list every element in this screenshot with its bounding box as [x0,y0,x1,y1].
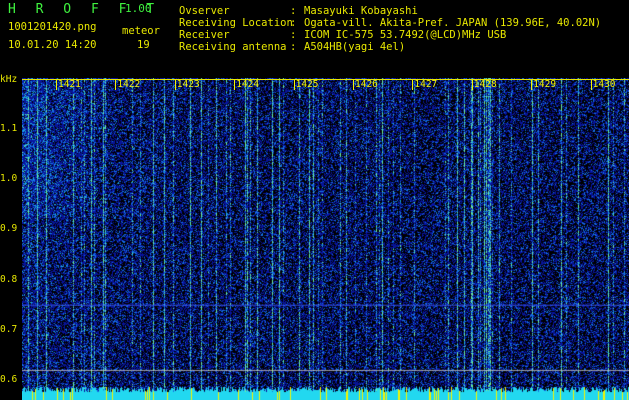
antenna-value: A504HB(yagi 4el) [304,41,406,53]
x-tick-mark [590,80,592,90]
x-tick-label: 1427 [414,79,438,90]
datetime-label: 10.01.20 14:20 [8,39,97,51]
location-label: Receiving Location [179,17,293,29]
x-tick-mark [353,80,354,90]
x-tick-mark [56,80,57,90]
y-tick-label: 0.6 [0,374,18,385]
receiver-label: Receiver [179,29,230,41]
y-tick-label: 0.9 [0,223,18,235]
x-tick-label: 1423 [176,79,200,90]
x-tick-label: 1429 [533,79,557,90]
meteor-count: 19 [137,39,150,51]
x-tick-mark [293,80,295,90]
y-axis-unit: kHz [0,74,18,85]
receiver-colon: : [290,29,297,41]
x-tick-mark [174,80,176,90]
x-tick-label: 1422 [117,79,141,90]
meteor-label: meteor [122,25,160,37]
hrofft-window: H R O F F T 1.00 1001201420.png 10.01.20… [0,0,629,400]
y-tick-label: 1.1 [0,123,18,134]
spectrogram-canvas [22,78,629,400]
location-value: Ogata-vill. Akita-Pref. JAPAN (139.96E, … [304,17,602,29]
x-tick-label: 1425 [295,79,319,90]
x-tick-mark [115,80,117,90]
observer-value: Masayuki Kobayashi [304,5,418,17]
x-tick-mark [471,80,473,90]
x-tick-label: 1421 [58,79,81,90]
x-tick-mark [412,80,414,90]
antenna-label: Receiving antenna [179,41,287,53]
x-tick-label: 1430 [592,79,616,90]
antenna-colon: : [290,41,297,53]
x-tick-mark [531,80,533,90]
receiver-value: ICOM IC-575 53.7492(@LCD)MHz USB [304,29,507,41]
y-tick-label: 0.7 [0,323,18,335]
location-colon: : [290,17,297,29]
y-tick-label: 0.8 [0,273,18,285]
filename-label: 1001201420.png [8,21,97,33]
app-version: 1.00 [125,2,152,15]
y-tick-label: 1.0 [0,173,18,185]
x-tick-mark [234,80,236,90]
x-tick-label: 1424 [236,79,260,90]
observer-colon: : [290,5,297,17]
x-tick-label: 1426 [355,79,378,90]
x-tick-label: 1428 [473,79,497,90]
observer-label: Ovserver [179,5,230,17]
